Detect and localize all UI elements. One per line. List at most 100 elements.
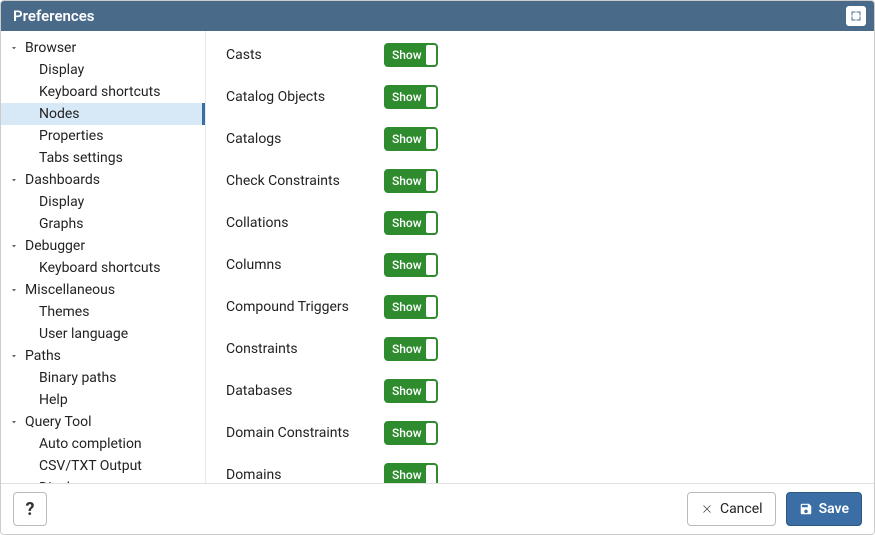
setting-row: DomainsShow	[226, 463, 854, 483]
tree-item-label: Keyboard shortcuts	[39, 84, 160, 100]
tree-header-query-tool[interactable]: Query Tool	[1, 411, 205, 433]
chevron-down-icon	[9, 349, 23, 363]
tree-header-browser[interactable]: Browser	[1, 37, 205, 59]
setting-row: Compound TriggersShow	[226, 295, 854, 319]
tree-item-label: Display	[39, 62, 84, 78]
tree-item-label: Properties	[39, 128, 103, 144]
settings-panel: CastsShowCatalog ObjectsShowCatalogsShow…	[206, 31, 874, 483]
toggle-databases[interactable]: Show	[384, 379, 438, 403]
save-button[interactable]: Save	[786, 492, 862, 526]
tree-item-display[interactable]: Display	[1, 477, 205, 483]
setting-row: ColumnsShow	[226, 253, 854, 277]
setting-row: Check ConstraintsShow	[226, 169, 854, 193]
setting-row: Catalog ObjectsShow	[226, 85, 854, 109]
toggle-knob	[426, 339, 436, 359]
sidebar: Browser Display Keyboard shortcuts Nodes Pro…	[1, 31, 206, 483]
tree-item-graphs[interactable]: Graphs	[1, 213, 205, 235]
expand-button[interactable]	[846, 6, 866, 26]
tree-item-themes[interactable]: Themes	[1, 301, 205, 323]
setting-label: Check Constraints	[226, 173, 384, 189]
toggle-label: Show	[384, 342, 422, 356]
tree-item-label: Display	[39, 194, 84, 210]
toggle-label: Show	[384, 174, 422, 188]
toggle-knob	[426, 87, 436, 107]
setting-label: Compound Triggers	[226, 299, 384, 315]
tree-group: Debugger Keyboard shortcuts	[1, 235, 205, 279]
setting-label: Domain Constraints	[226, 425, 384, 441]
toggle-domains[interactable]: Show	[384, 463, 438, 483]
expand-icon	[850, 10, 862, 22]
tree-item-label: Graphs	[39, 216, 83, 232]
tree-item-label: Keyboard shortcuts	[39, 260, 160, 276]
tree-item-label: User language	[39, 326, 128, 342]
toggle-collations[interactable]: Show	[384, 211, 438, 235]
tree-item-keyboard-shortcuts[interactable]: Keyboard shortcuts	[1, 257, 205, 279]
chevron-down-icon	[9, 283, 23, 297]
preferences-dialog: Preferences BrowserDisplayKeyboard short…	[0, 0, 875, 535]
tree-item-keyboard-shortcuts[interactable]: Keyboard shortcuts	[1, 81, 205, 103]
tree-group: MiscellaneousThemes User language	[1, 279, 205, 345]
chevron-down-icon	[9, 173, 23, 187]
toggle-catalog-objects[interactable]: Show	[384, 85, 438, 109]
tree-item-tabs-settings[interactable]: Tabs settings	[1, 147, 205, 169]
tree-item-display[interactable]: Display	[1, 59, 205, 81]
toggle-compound-triggers[interactable]: Show	[384, 295, 438, 319]
setting-row: DatabasesShow	[226, 379, 854, 403]
tree-item-label: Display	[39, 480, 84, 483]
tree-item-user-language[interactable]: User language	[1, 323, 205, 345]
tree-item-label: Tabs settings	[39, 150, 123, 166]
tree-header-miscellaneous[interactable]: Miscellaneous	[1, 279, 205, 301]
toggle-knob	[426, 297, 436, 317]
toggle-label: Show	[384, 300, 422, 314]
tree-item-csv/txt-output[interactable]: CSV/TXT Output	[1, 455, 205, 477]
tree-item-binary-paths[interactable]: Binary paths	[1, 367, 205, 389]
toggle-check-constraints[interactable]: Show	[384, 169, 438, 193]
tree-header-debugger[interactable]: Debugger	[1, 235, 205, 257]
tree-item-label: Auto completion	[39, 436, 142, 452]
toggle-knob	[426, 255, 436, 275]
cancel-button[interactable]: Cancel	[687, 492, 776, 526]
tree-header-paths[interactable]: Paths	[1, 345, 205, 367]
tree-group: Dashboards Display Graphs	[1, 169, 205, 235]
chevron-down-icon	[9, 415, 23, 429]
toggle-catalogs[interactable]: Show	[384, 127, 438, 151]
toggle-constraints[interactable]: Show	[384, 337, 438, 361]
toggle-knob	[426, 45, 436, 65]
setting-row: CastsShow	[226, 43, 854, 67]
help-icon: ?	[26, 499, 35, 520]
toggle-label: Show	[384, 216, 422, 230]
toggle-knob	[426, 465, 436, 483]
chevron-down-icon	[9, 41, 23, 55]
tree-item-properties[interactable]: Properties	[1, 125, 205, 147]
tree-item-label: CSV/TXT Output	[39, 458, 142, 474]
close-icon	[700, 502, 714, 516]
toggle-knob	[426, 381, 436, 401]
tree-header-label: Debugger	[25, 238, 85, 254]
toggle-columns[interactable]: Show	[384, 253, 438, 277]
toggle-knob	[426, 171, 436, 191]
toggle-label: Show	[384, 90, 422, 104]
footer: ? Cancel Save	[1, 484, 874, 534]
toggle-domain-constraints[interactable]: Show	[384, 421, 438, 445]
setting-label: Casts	[226, 47, 384, 63]
toggle-casts[interactable]: Show	[384, 43, 438, 67]
toggle-label: Show	[384, 426, 422, 440]
tree-group: Paths Binary paths Help	[1, 345, 205, 411]
toggle-label: Show	[384, 468, 422, 482]
tree-header-label: Dashboards	[25, 172, 100, 188]
toggle-label: Show	[384, 258, 422, 272]
toggle-label: Show	[384, 48, 422, 62]
tree-item-nodes[interactable]: Nodes	[1, 103, 205, 125]
tree-item-help[interactable]: Help	[1, 389, 205, 411]
help-button[interactable]: ?	[13, 492, 47, 526]
tree-item-auto-completion[interactable]: Auto completion	[1, 433, 205, 455]
tree-item-label: Help	[39, 392, 68, 408]
tree-header-label: Paths	[25, 348, 61, 364]
setting-label: Collations	[226, 215, 384, 231]
tree-header-dashboards[interactable]: Dashboards	[1, 169, 205, 191]
setting-row: CollationsShow	[226, 211, 854, 235]
tree-item-label: Nodes	[39, 106, 80, 122]
toggle-knob	[426, 213, 436, 233]
setting-row: ConstraintsShow	[226, 337, 854, 361]
tree-item-display[interactable]: Display	[1, 191, 205, 213]
